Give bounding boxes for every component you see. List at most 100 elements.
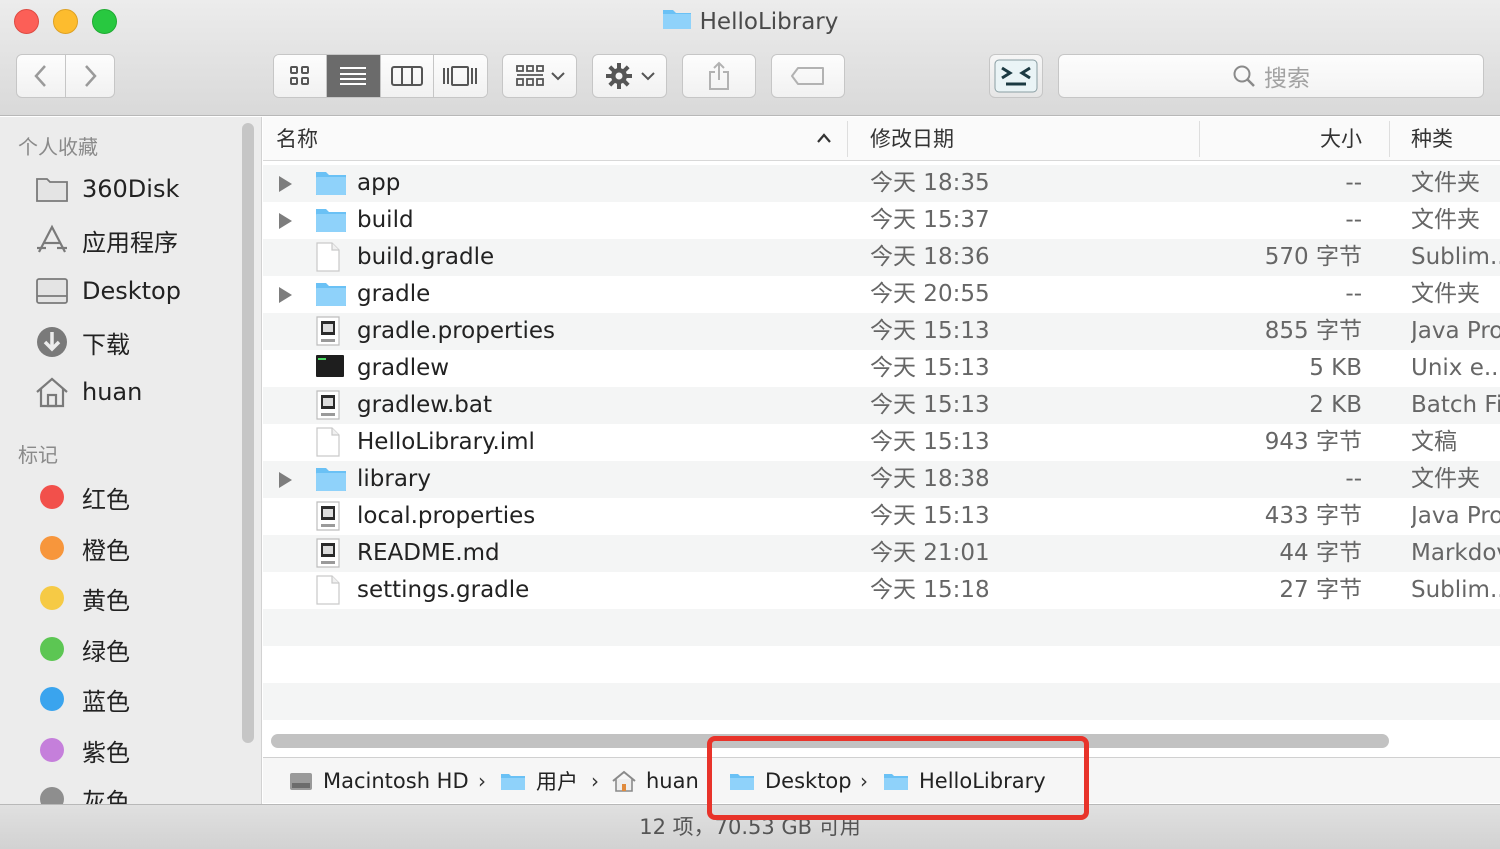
path-separator: › <box>478 769 486 793</box>
share-button[interactable] <box>682 54 756 98</box>
table-row[interactable]: library 今天 18:38 -- 文件夹 <box>263 461 1500 498</box>
executable-icon <box>315 353 347 383</box>
sidebar-item-label: huan <box>82 378 143 406</box>
file-kind: Java Pro <box>1411 318 1500 344</box>
action-menu-button[interactable] <box>592 54 667 98</box>
file-name: gradlew <box>357 355 450 381</box>
column-divider[interactable] <box>847 121 848 157</box>
file-size: -- <box>1345 466 1362 492</box>
sidebar-item-label: 应用程序 <box>82 228 178 257</box>
disclosure-triangle-icon[interactable] <box>279 176 292 192</box>
sidebar-tag-red[interactable]: 红色 <box>34 477 130 517</box>
column-header-name[interactable]: 名称 <box>276 117 318 161</box>
path-crumb-huan[interactable]: huan <box>612 758 699 804</box>
file-name: build.gradle <box>357 244 495 270</box>
table-row[interactable]: build 今天 15:37 -- 文件夹 <box>263 202 1500 239</box>
coverflow-view-button[interactable] <box>433 55 487 97</box>
column-divider[interactable] <box>1199 121 1200 157</box>
table-row[interactable]: app 今天 18:35 -- 文件夹 <box>263 165 1500 202</box>
file-date: 今天 15:37 <box>870 207 990 233</box>
table-row[interactable]: gradlew 今天 15:13 5 KB Unix e... <box>263 350 1500 387</box>
disclosure-triangle-icon[interactable] <box>279 213 292 229</box>
sidebar-scrollbar[interactable] <box>242 123 254 743</box>
file-size: 5 KB <box>1309 355 1362 381</box>
file-kind: Markdov <box>1411 540 1500 566</box>
table-row[interactable]: README.md 今天 21:01 44 字节 Markdov <box>263 535 1500 572</box>
table-row[interactable]: gradle 今天 20:55 -- 文件夹 <box>263 276 1500 313</box>
sidebar-tag-yellow[interactable]: 黄色 <box>34 578 130 618</box>
sidebar-item-home[interactable]: huan <box>34 372 142 412</box>
sidebar: 个人收藏 360Disk 应用程序 Desktop 下载 huan 标记 红色 … <box>0 117 262 804</box>
document-icon <box>315 242 347 272</box>
file-date: 今天 21:01 <box>870 540 990 566</box>
disclosure-triangle-icon[interactable] <box>279 472 292 488</box>
column-view-button[interactable] <box>380 55 434 97</box>
sidebar-item-label: 橙色 <box>82 536 130 565</box>
file-date: 今天 18:36 <box>870 244 990 270</box>
chevron-left-icon <box>34 65 46 87</box>
column-header-kind[interactable]: 种类 <box>1411 117 1453 161</box>
column-divider[interactable] <box>1389 121 1390 157</box>
file-name: gradle <box>357 281 431 307</box>
table-row[interactable]: HelloLibrary.iml 今天 15:13 943 字节 文稿 <box>263 424 1500 461</box>
applications-icon <box>34 222 70 258</box>
window-title-text: HelloLibrary <box>699 9 839 35</box>
properties-file-icon <box>315 390 347 420</box>
file-size: 433 字节 <box>1264 503 1362 529</box>
chevron-down-icon <box>550 72 565 81</box>
file-size: -- <box>1345 281 1362 307</box>
table-row[interactable]: build.gradle 今天 18:36 570 字节 Sublim... <box>263 239 1500 276</box>
list-lines-icon <box>340 67 367 85</box>
file-name: build <box>357 207 414 233</box>
file-name: HelloLibrary.iml <box>357 429 535 455</box>
search-field[interactable]: 搜索 <box>1058 54 1484 98</box>
search-icon <box>1233 65 1255 87</box>
tag-icon <box>791 67 824 85</box>
sidebar-item-applications[interactable]: 应用程序 <box>34 220 178 260</box>
file-date: 今天 15:13 <box>870 318 990 344</box>
file-kind: Batch Fi <box>1411 392 1500 418</box>
arrange-menu-button[interactable] <box>502 54 577 98</box>
sidebar-tag-orange[interactable]: 橙色 <box>34 528 130 568</box>
document-icon <box>315 427 347 457</box>
sidebar-item-downloads[interactable]: 下载 <box>34 322 130 362</box>
sidebar-item-360disk[interactable]: 360Disk <box>34 169 179 209</box>
sidebar-item-desktop[interactable]: Desktop <box>34 271 181 311</box>
edit-tags-button[interactable] <box>771 54 845 98</box>
file-name: library <box>357 466 431 492</box>
column-header-date[interactable]: 修改日期 <box>870 117 954 161</box>
table-row[interactable]: gradle.properties 今天 15:13 855 字节 Java Pro <box>263 313 1500 350</box>
list-header: 名称 修改日期 大小 种类 <box>263 117 1500 161</box>
file-name: settings.gradle <box>357 577 530 603</box>
icon-view-button[interactable] <box>274 55 328 97</box>
sidebar-item-label: 下载 <box>82 330 130 359</box>
window-title: HelloLibrary <box>0 6 1500 38</box>
favorites-header: 个人收藏 <box>18 135 98 159</box>
disclosure-triangle-icon[interactable] <box>279 287 292 303</box>
path-crumb-users[interactable]: 用户 <box>500 758 578 804</box>
sidebar-item-label: 360Disk <box>82 175 180 203</box>
gray-tag-dot-icon <box>40 787 64 804</box>
file-date: 今天 15:13 <box>870 503 990 529</box>
folder-icon <box>662 6 692 39</box>
table-row[interactable]: local.properties 今天 15:13 433 字节 Java Pro <box>263 498 1500 535</box>
path-crumb-macintosh-hd[interactable]: Macintosh HD <box>289 758 469 804</box>
file-kind: 文稿 <box>1411 429 1457 455</box>
forward-button[interactable] <box>65 54 115 98</box>
table-row[interactable]: gradlew.bat 今天 15:13 2 KB Batch Fi <box>263 387 1500 424</box>
sidebar-tag-purple[interactable]: 紫色 <box>34 730 130 770</box>
file-date: 今天 18:35 <box>870 170 990 196</box>
file-name: README.md <box>357 540 500 566</box>
table-row[interactable]: settings.gradle 今天 15:18 27 字节 Sublim... <box>263 572 1500 609</box>
sidebar-tag-green[interactable]: 绿色 <box>34 629 130 669</box>
back-button[interactable] <box>16 54 66 98</box>
open-in-terminal-button[interactable] <box>989 54 1043 98</box>
file-name: gradlew.bat <box>357 392 493 418</box>
column-header-size[interactable]: 大小 <box>1221 117 1362 161</box>
sidebar-tag-gray[interactable]: 灰色 <box>34 779 130 804</box>
list-view-button[interactable] <box>327 55 381 97</box>
file-date: 今天 15:13 <box>870 392 990 418</box>
green-tag-dot-icon <box>40 637 64 661</box>
sidebar-tag-blue[interactable]: 蓝色 <box>34 679 130 719</box>
empty-row <box>263 683 1500 720</box>
